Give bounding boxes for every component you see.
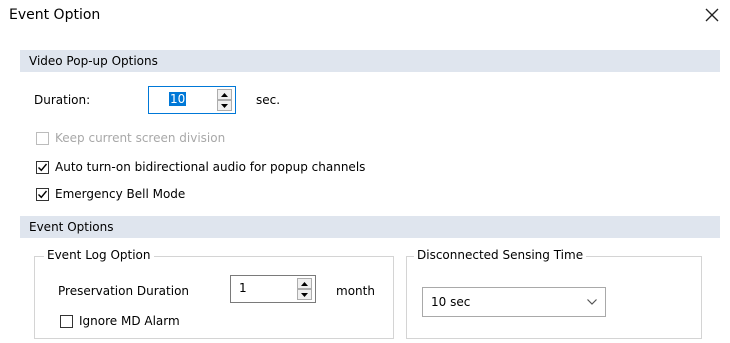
- disconnected-time-value: 10 sec: [431, 295, 471, 309]
- auto-audio-option[interactable]: Auto turn-on bidirectional audio for pop…: [36, 160, 365, 174]
- checkmark-icon: [38, 163, 48, 171]
- event-options-section-header: Event Options: [20, 216, 720, 238]
- chevron-down-icon: [587, 299, 597, 305]
- preservation-down-button[interactable]: [297, 289, 312, 300]
- preservation-label: Preservation Duration: [58, 284, 190, 298]
- ignore-md-label: Ignore MD Alarm: [79, 314, 180, 328]
- preservation-spinner[interactable]: 1: [230, 275, 316, 303]
- close-button[interactable]: [700, 3, 724, 27]
- preservation-up-button[interactable]: [297, 278, 312, 289]
- checkmark-icon: [38, 190, 48, 198]
- emergency-bell-label: Emergency Bell Mode: [55, 187, 186, 201]
- duration-input[interactable]: 10: [169, 92, 187, 106]
- duration-up-button[interactable]: [217, 89, 232, 100]
- ignore-md-option[interactable]: Ignore MD Alarm: [60, 314, 180, 328]
- arrow-up-icon: [221, 92, 228, 97]
- emergency-bell-checkbox[interactable]: [36, 187, 49, 201]
- keep-division-option[interactable]: Keep current screen division: [36, 131, 225, 145]
- keep-division-checkbox[interactable]: [36, 131, 49, 145]
- arrow-down-icon: [301, 292, 308, 297]
- keep-division-label: Keep current screen division: [55, 131, 226, 145]
- close-icon: [705, 8, 719, 22]
- duration-label: Duration:: [34, 93, 91, 107]
- duration-spinner[interactable]: 10: [148, 86, 236, 114]
- preservation-unit: month: [336, 284, 375, 298]
- auto-audio-label: Auto turn-on bidirectional audio for pop…: [55, 160, 366, 174]
- auto-audio-checkbox[interactable]: [36, 160, 49, 174]
- video-popup-section-header: Video Pop-up Options: [20, 50, 720, 72]
- preservation-input[interactable]: 1: [239, 281, 247, 295]
- disconnected-time-select[interactable]: 10 sec: [422, 287, 606, 317]
- dialog-title: Event Option: [9, 7, 101, 23]
- arrow-down-icon: [221, 103, 228, 108]
- arrow-up-icon: [301, 281, 308, 286]
- emergency-bell-option[interactable]: Emergency Bell Mode: [36, 187, 185, 201]
- duration-unit: sec.: [256, 93, 281, 107]
- ignore-md-checkbox[interactable]: [60, 314, 73, 328]
- duration-down-button[interactable]: [217, 100, 232, 111]
- event-log-legend: Event Log Option: [44, 248, 154, 262]
- disconnected-legend: Disconnected Sensing Time: [414, 248, 587, 262]
